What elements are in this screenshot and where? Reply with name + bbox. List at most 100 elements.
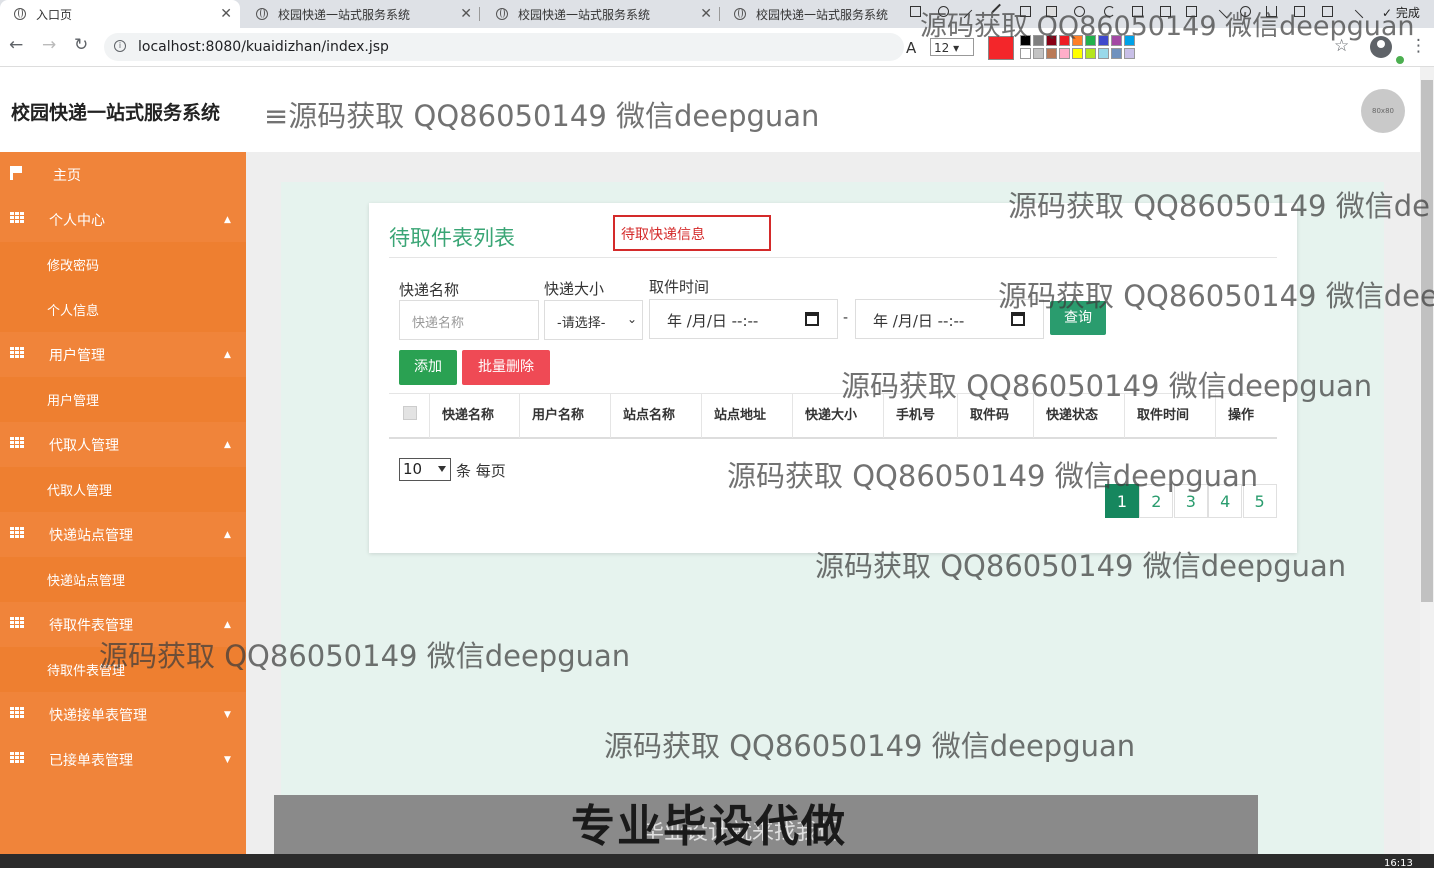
info-icon[interactable]: i	[114, 40, 126, 52]
online-status-dot	[1395, 55, 1405, 65]
brand-title: 校园快递一站式服务系统	[11, 102, 221, 124]
batch-delete-button[interactable]: 批量删除	[462, 350, 550, 385]
globe-icon	[734, 8, 746, 20]
chevron-down-icon: ⌄	[627, 312, 638, 326]
sidebar-item-label: 用户管理	[47, 394, 100, 409]
date-range-separator: -	[843, 310, 849, 326]
chevron-down-icon	[438, 466, 446, 472]
caret-down-icon: ▼	[224, 709, 231, 720]
sidebar-item-label: 快递接单表管理	[49, 707, 147, 724]
color-swatch[interactable]	[1085, 48, 1096, 59]
sidebar-item-label: 已接单表管理	[49, 752, 133, 769]
scrollbar-thumb[interactable]	[1421, 80, 1433, 602]
sidebar-item[interactable]: 代取人管理	[0, 467, 246, 512]
column-header[interactable]: 快递名称	[429, 394, 519, 438]
color-swatch[interactable]	[1072, 48, 1083, 59]
select-all-checkbox[interactable]	[403, 406, 417, 420]
promo-title: 专业毕设代做	[571, 801, 847, 852]
date-end-value: 年 /月/日 --:--	[873, 312, 965, 330]
per-page-label: 条 每页	[456, 462, 506, 480]
calendar-icon[interactable]	[805, 312, 819, 326]
close-icon[interactable]: ✕	[700, 6, 712, 22]
date-start-input[interactable]: 年 /月/日 --:--	[649, 299, 838, 339]
sidebar-item[interactable]: 主页	[0, 152, 246, 197]
watermark: 源码获取 QQ86050149 微信deepguan	[920, 11, 1415, 42]
taskbar-clock: 16:13	[1384, 858, 1413, 869]
font-size-icon: A	[906, 39, 917, 57]
flag-icon	[10, 166, 22, 180]
divider	[389, 257, 1277, 258]
color-swatch[interactable]	[1033, 48, 1044, 59]
date-start-value: 年 /月/日 --:--	[667, 312, 759, 330]
size-select[interactable]: -请选择- ⌄	[544, 300, 643, 340]
browser-tab[interactable]: 校园快递一站式服务系统	[720, 0, 904, 28]
name-filter-label: 快递名称	[399, 281, 460, 299]
add-button[interactable]: 添加	[399, 350, 457, 385]
watermark: 源码获取 QQ86050149 微信dee	[998, 279, 1434, 313]
browser-tab[interactable]: 校园快递一站式服务系统 ✕	[242, 0, 480, 28]
reload-icon[interactable]: ↻	[74, 35, 88, 55]
sidebar-item[interactable]: 个人中心 ▲	[0, 197, 246, 242]
sidebar-item-label: 待取件表管理	[49, 617, 133, 634]
tab-title: 入口页	[36, 7, 73, 22]
color-swatch[interactable]	[1098, 48, 1109, 59]
sidebar-item[interactable]: 用户管理 ▲	[0, 332, 246, 377]
forward-icon[interactable]: →	[42, 35, 56, 55]
column-header[interactable]: 站点名称	[610, 394, 701, 438]
sidebar-item-label: 个人中心	[49, 212, 105, 229]
time-filter-label: 取件时间	[649, 278, 710, 296]
font-size-value: 12	[934, 41, 950, 55]
globe-icon	[496, 8, 508, 20]
grid-icon	[10, 707, 24, 719]
sidebar-item-label: 修改密码	[47, 259, 100, 274]
sidebar-item[interactable]: 个人信息	[0, 287, 246, 332]
url-field[interactable]: i localhost:8080/kuaidizhan/index.jsp	[104, 33, 904, 61]
watermark: 源码获取 QQ86050149 微信deepguan	[727, 459, 1259, 493]
color-swatch[interactable]	[1124, 48, 1135, 59]
sidebar-item[interactable]: 用户管理	[0, 377, 246, 422]
globe-icon	[14, 8, 26, 20]
express-name-input[interactable]: 快递名称	[399, 300, 539, 340]
sidebar-item-label: 代取人管理	[47, 484, 113, 499]
sidebar-item[interactable]: 快递站点管理	[0, 557, 246, 602]
tab-title: 校园快递一站式服务系统	[756, 7, 889, 22]
watermark: 源码获取 QQ86050149 微信deepguan	[99, 639, 631, 673]
sidebar-item-label: 用户管理	[49, 347, 105, 364]
close-icon[interactable]: ✕	[220, 6, 232, 22]
caret-up-icon: ▲	[224, 214, 231, 225]
grid-icon	[10, 752, 24, 764]
annotation-textbox[interactable]: 待取快递信息	[613, 215, 771, 251]
tab-title: 校园快递一站式服务系统	[518, 7, 651, 22]
sidebar-item-label: 快递站点管理	[47, 574, 126, 589]
os-taskbar	[0, 854, 1434, 868]
caret-up-icon: ▲	[224, 349, 231, 360]
close-icon[interactable]: ✕	[460, 6, 472, 22]
size-filter-label: 快递大小	[544, 280, 605, 298]
browser-tab[interactable]: 入口页 ✕	[0, 0, 240, 28]
sidebar-item-label: 主页	[53, 167, 81, 184]
url-text: localhost:8080/kuaidizhan/index.jsp	[138, 39, 389, 55]
column-header[interactable]: 站点地址	[701, 394, 792, 438]
sidebar-item[interactable]: 已接单表管理 ▼	[0, 737, 246, 782]
grid-icon	[10, 212, 24, 224]
color-swatch[interactable]	[1059, 48, 1070, 59]
rectangle-tool-icon[interactable]	[910, 6, 921, 17]
globe-icon	[256, 8, 268, 20]
sidebar-item[interactable]: 快递接单表管理 ▼	[0, 692, 246, 737]
back-icon[interactable]: ←	[9, 35, 23, 55]
sidebar-item-label: 快递站点管理	[49, 527, 133, 544]
sidebar-item[interactable]: 修改密码	[0, 242, 246, 287]
grid-icon	[10, 527, 24, 539]
column-header[interactable]: 用户名称	[519, 394, 610, 438]
sidebar-item[interactable]: 快递站点管理 ▲	[0, 512, 246, 557]
grid-icon	[10, 437, 24, 449]
browser-tab[interactable]: 校园快递一站式服务系统 ✕	[482, 0, 720, 28]
sidebar-item[interactable]: 代取人管理 ▲	[0, 422, 246, 467]
watermark: 源码获取 QQ86050149 微信deepguan	[841, 369, 1373, 403]
color-swatch[interactable]	[1111, 48, 1122, 59]
avatar[interactable]: 80x80	[1361, 89, 1405, 133]
color-swatch[interactable]	[1046, 48, 1057, 59]
color-swatch[interactable]	[1020, 48, 1031, 59]
caret-up-icon: ▲	[224, 439, 231, 450]
grid-icon	[10, 617, 24, 629]
